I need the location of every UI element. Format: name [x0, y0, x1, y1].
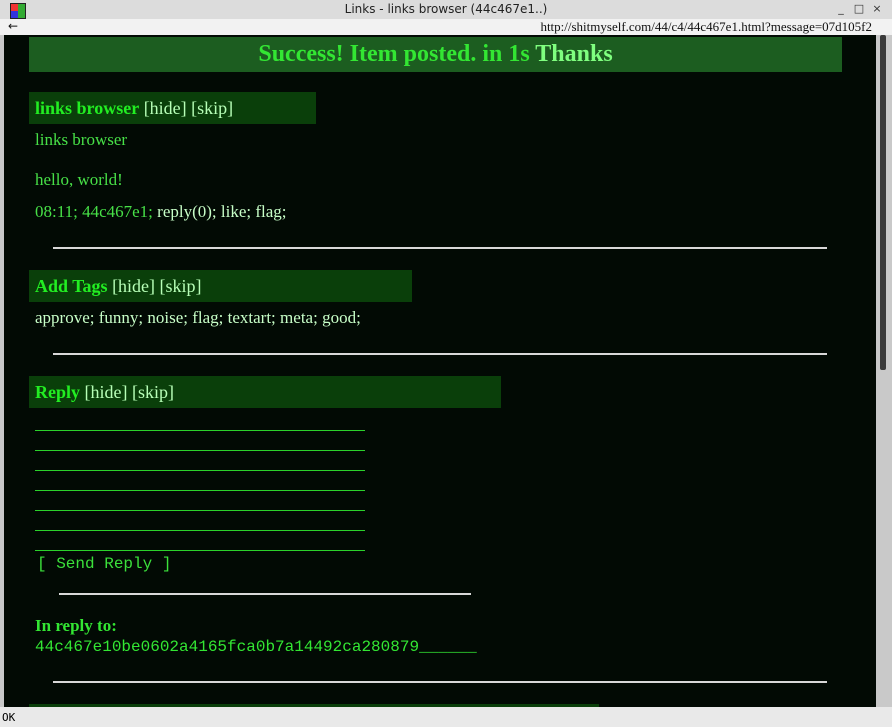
in-reply-to-field[interactable]: 44c467e10be0602a4165fca0b7a14492ca280879…: [35, 638, 477, 656]
tags-section-header: Add Tags [hide] [skip]: [29, 270, 412, 302]
reply-section-title: Reply: [35, 382, 80, 402]
window-title: Links - links browser (44c467e1..): [344, 2, 548, 16]
back-arrow-icon[interactable]: ←: [8, 19, 18, 33]
tag-funny-link[interactable]: funny;: [99, 308, 143, 327]
reply-section-header: Reply [hide] [skip]: [29, 376, 501, 408]
status-text: OK: [2, 711, 16, 724]
url-bar: ← http://shitmyself.com/44/c4/44c467e1.h…: [0, 19, 892, 35]
tag-good-link[interactable]: good;: [322, 308, 361, 327]
post-skip-link[interactable]: [skip]: [191, 98, 233, 118]
window-controls: _ □ ×: [832, 2, 886, 15]
reply-textarea-line[interactable]: [35, 530, 365, 531]
window-titlebar: Links - links browser (44c467e1..) _ □ ×: [0, 0, 892, 20]
post-title: links browser: [35, 130, 128, 149]
post-id-link[interactable]: 44c467e1;: [82, 202, 153, 221]
post-time: 08:11;: [35, 202, 78, 221]
divider: [53, 247, 827, 249]
divider: [59, 593, 471, 595]
reply-textarea-line[interactable]: [35, 510, 365, 511]
like-link[interactable]: like;: [221, 202, 251, 221]
reply-skip-link[interactable]: [skip]: [132, 382, 174, 402]
scroll-thumb[interactable]: [880, 35, 886, 370]
reply-hide-link[interactable]: [hide]: [85, 382, 128, 402]
reply-textarea-line[interactable]: [35, 450, 365, 451]
tag-noise-link[interactable]: noise;: [147, 308, 188, 327]
flag-link[interactable]: flag;: [255, 202, 286, 221]
tags-skip-link[interactable]: [skip]: [160, 276, 202, 296]
reply-count-link[interactable]: reply(0);: [157, 202, 216, 221]
vertical-scrollbar[interactable]: [878, 35, 888, 707]
success-banner: Success! Item posted. in 1s Thanks: [29, 37, 842, 72]
page-viewport: Success! Item posted. in 1s Thanks links…: [4, 35, 876, 707]
current-url: http://shitmyself.com/44/c4/44c467e1.htm…: [540, 19, 872, 34]
reply-textarea-line[interactable]: [35, 490, 365, 491]
send-reply-button[interactable]: [ Send Reply ]: [37, 555, 171, 573]
close-icon[interactable]: ×: [868, 2, 886, 15]
post-body: hello, world!: [35, 170, 123, 189]
divider: [53, 353, 827, 355]
minimize-icon[interactable]: _: [832, 2, 850, 15]
post-hide-link[interactable]: [hide]: [144, 98, 187, 118]
status-bar: OK: [0, 707, 892, 727]
tags-hide-link[interactable]: [hide]: [112, 276, 155, 296]
tags-section-title: Add Tags: [35, 276, 108, 296]
post-section-title: links browser: [35, 98, 140, 118]
post-meta: 08:11; 44c467e1; reply(0); like; flag;: [35, 202, 287, 222]
thanks-link[interactable]: Thanks: [535, 41, 612, 67]
tag-textart-link[interactable]: textart;: [228, 308, 276, 327]
in-reply-to-label: In reply to:: [35, 616, 117, 635]
success-message: Success! Item posted. in 1s: [258, 41, 530, 67]
reply-textarea-line[interactable]: [35, 550, 365, 551]
divider: [53, 681, 827, 683]
reply-textarea-line[interactable]: [35, 430, 365, 431]
tag-list: approve; funny; noise; flag; textart; me…: [35, 308, 361, 328]
post-section-header: links browser [hide] [skip]: [29, 92, 316, 124]
tag-approve-link[interactable]: approve;: [35, 308, 94, 327]
reply-textarea-line[interactable]: [35, 470, 365, 471]
tag-flag-link[interactable]: flag;: [192, 308, 223, 327]
maximize-icon[interactable]: □: [850, 2, 868, 15]
tag-meta-link[interactable]: meta;: [280, 308, 318, 327]
